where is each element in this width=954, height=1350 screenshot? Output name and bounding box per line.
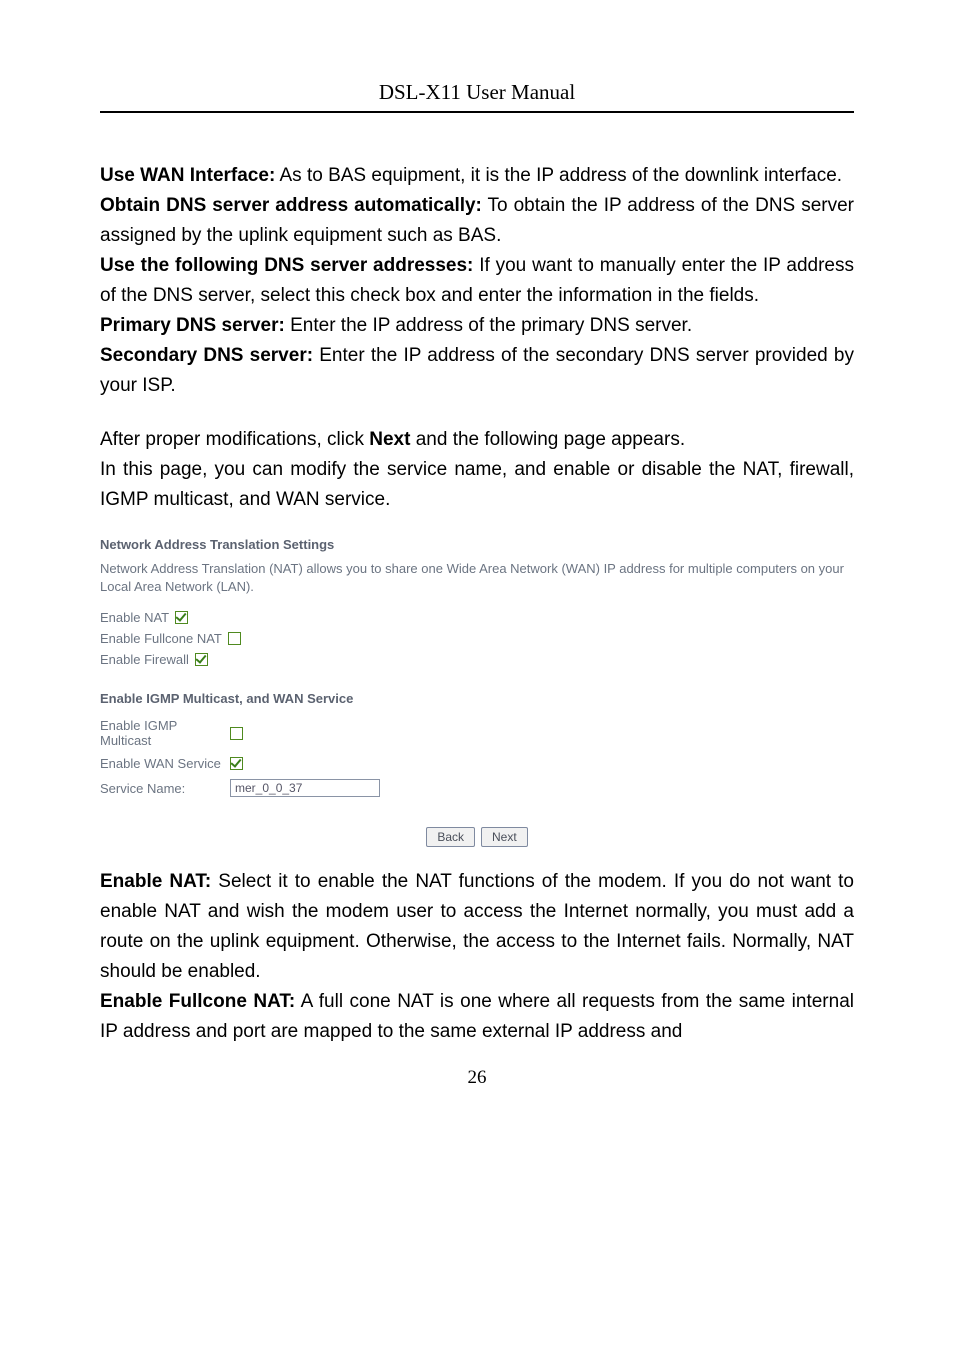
text-use-wan-interface: As to BAS equipment, it is the IP addres…	[275, 165, 842, 186]
label-enable-nat: Enable NAT	[100, 610, 169, 625]
label-enable-fullcone-nat: Enable Fullcone NAT	[100, 631, 222, 646]
checkbox-enable-igmp-multicast[interactable]	[230, 727, 243, 740]
label-primary-dns: Primary DNS server:	[100, 315, 285, 336]
label-enable-igmp-multicast: Enable IGMP Multicast	[100, 718, 230, 748]
text-after-post: and the following page appears.	[410, 429, 685, 450]
back-button[interactable]: Back	[426, 827, 475, 847]
label-obtain-dns: Obtain DNS server address automatically:	[100, 195, 482, 216]
label-use-following-dns: Use the following DNS server addresses:	[100, 255, 473, 276]
body-text-block: Use WAN Interface: As to BAS equipment, …	[100, 161, 854, 515]
label-enable-firewall: Enable Firewall	[100, 652, 189, 667]
page-number: 26	[100, 1067, 854, 1089]
embedded-ui-region: Network Address Translation Settings Net…	[100, 537, 854, 847]
checkbox-enable-firewall[interactable]	[195, 653, 208, 666]
text-page-intro: In this page, you can modify the service…	[100, 455, 854, 515]
checkbox-enable-nat[interactable]	[175, 611, 188, 624]
checkbox-enable-fullcone-nat[interactable]	[228, 632, 241, 645]
label-service-name: Service Name:	[100, 781, 230, 796]
body-text-below: Enable NAT: Select it to enable the NAT …	[100, 867, 854, 1047]
label-enable-nat-desc: Enable NAT:	[100, 871, 211, 892]
checkbox-enable-wan-service[interactable]	[230, 757, 243, 770]
label-enable-wan-service: Enable WAN Service	[100, 756, 230, 771]
text-after-pre: After proper modifications, click	[100, 429, 369, 450]
label-secondary-dns: Secondary DNS server:	[100, 345, 313, 366]
text-enable-nat-desc: Select it to enable the NAT functions of…	[100, 871, 854, 982]
ui-subtitle-igmp-wan: Enable IGMP Multicast, and WAN Service	[100, 691, 854, 706]
label-enable-fullcone-desc: Enable Fullcone NAT:	[100, 991, 295, 1012]
text-after-bold-next: Next	[369, 429, 410, 450]
ui-title-nat-settings: Network Address Translation Settings	[100, 537, 854, 552]
next-button[interactable]: Next	[481, 827, 528, 847]
doc-running-title: DSL-X11 User Manual	[100, 80, 854, 113]
ui-desc-nat: Network Address Translation (NAT) allows…	[100, 560, 854, 596]
label-use-wan-interface: Use WAN Interface:	[100, 165, 275, 186]
input-service-name[interactable]	[230, 779, 380, 797]
text-primary-dns: Enter the IP address of the primary DNS …	[285, 315, 692, 336]
